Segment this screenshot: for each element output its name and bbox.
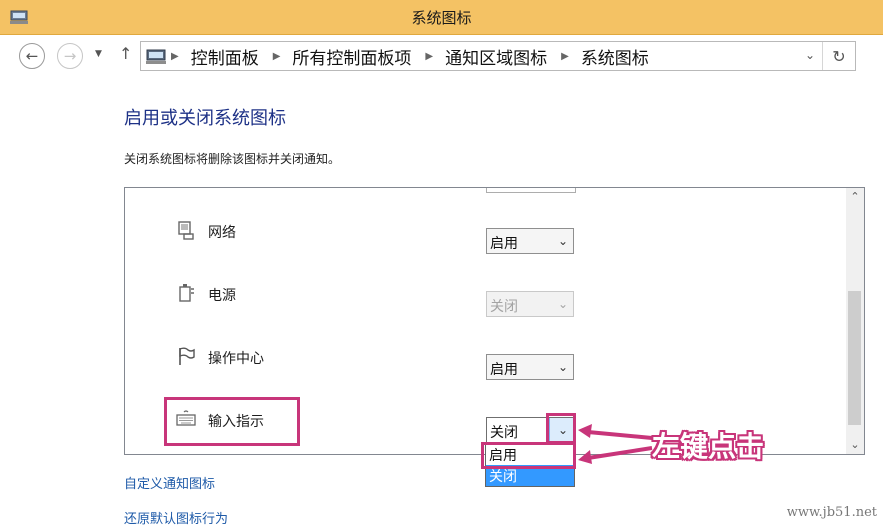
chevron-down-icon: ⌄ (557, 360, 568, 374)
scroll-down-icon[interactable]: ⌄ (846, 436, 864, 454)
breadcrumb-notification-icons[interactable]: 通知区域图标 (445, 44, 547, 69)
annotation-arrows-icon (578, 424, 653, 464)
network-state-select[interactable]: 启用 ⌄ (486, 228, 574, 254)
row-label: 电源 (208, 288, 236, 304)
breadcrumb-separator-icon[interactable]: ▶ (171, 51, 179, 62)
back-button[interactable]: ← (19, 43, 45, 69)
select-value: 关闭 (490, 299, 518, 315)
refresh-button[interactable]: ↻ (822, 42, 855, 70)
breadcrumb-separator-icon[interactable]: ▶ (425, 51, 433, 62)
forward-button[interactable]: → (57, 43, 83, 69)
window-title: 系统图标 (411, 9, 472, 27)
title-bar: 系统图标 (0, 0, 883, 35)
highlight-box-dropdown-button (546, 413, 576, 444)
scrollbar-thumb[interactable] (848, 291, 861, 425)
page-title: 启用或关闭系统图标 (124, 108, 286, 129)
back-arrow-icon: ← (25, 46, 39, 65)
list-item-action-center: 操作中心 启用 ⌄ (125, 340, 843, 380)
select-value: 启用 (490, 362, 518, 378)
refresh-icon: ↻ (832, 46, 846, 66)
breadcrumb-all-items[interactable]: 所有控制面板项 (292, 44, 411, 69)
computer-icon (146, 49, 166, 64)
chevron-down-icon[interactable]: ▼ (95, 49, 102, 59)
scroll-up-icon[interactable]: ⌃ (846, 188, 864, 206)
navigation-bar: ← → ▼ ↑ ▶ 控制面板 ▶ 所有控制面板项 ▶ 通知区域图标 ▶ 系统图标… (0, 35, 883, 77)
vertical-scrollbar[interactable]: ⌃ ⌄ (846, 188, 864, 454)
address-history-chevron-icon[interactable]: ⌄ (805, 48, 815, 62)
row-label: 网络 (208, 225, 236, 241)
page-description: 关闭系统图标将删除该图标并关闭通知。 (124, 152, 341, 166)
power-state-select: 关闭 ⌄ (486, 291, 574, 317)
action-center-state-select[interactable]: 启用 ⌄ (486, 354, 574, 380)
list-item-power: 电源 关闭 ⌄ (125, 277, 843, 317)
address-bar[interactable]: ▶ 控制面板 ▶ 所有控制面板项 ▶ 通知区域图标 ▶ 系统图标 ⌄ ↻ (140, 41, 856, 71)
highlight-box-row-label (164, 397, 300, 446)
watermark: www.jb51.net (786, 505, 877, 520)
flag-icon (179, 347, 195, 365)
power-icon (179, 284, 194, 302)
customize-notification-icons-link[interactable]: 自定义通知图标 (124, 473, 215, 492)
chevron-down-icon: ⌄ (557, 297, 568, 311)
row-label: 操作中心 (208, 351, 264, 367)
chevron-down-icon: ⌄ (557, 234, 568, 248)
select-value: 关闭 (490, 425, 518, 441)
annotation-label: 左键点击 (652, 430, 765, 463)
breadcrumb: ▶ 控制面板 ▶ 所有控制面板项 ▶ 通知区域图标 ▶ 系统图标 (171, 42, 649, 70)
partial-select-above (486, 188, 576, 193)
network-icon (178, 221, 194, 240)
list-item-network: 网络 启用 ⌄ (125, 214, 843, 254)
up-arrow-icon[interactable]: ↑ (119, 44, 132, 63)
restore-default-icons-link[interactable]: 还原默认图标行为 (124, 508, 228, 527)
select-value: 启用 (490, 236, 518, 252)
highlight-box-enable-option (481, 442, 576, 469)
breadcrumb-control-panel[interactable]: 控制面板 (191, 44, 259, 69)
forward-arrow-icon: → (63, 46, 77, 65)
breadcrumb-separator-icon[interactable]: ▶ (273, 51, 281, 62)
breadcrumb-system-icons[interactable]: 系统图标 (581, 44, 649, 69)
breadcrumb-separator-icon[interactable]: ▶ (561, 51, 569, 62)
